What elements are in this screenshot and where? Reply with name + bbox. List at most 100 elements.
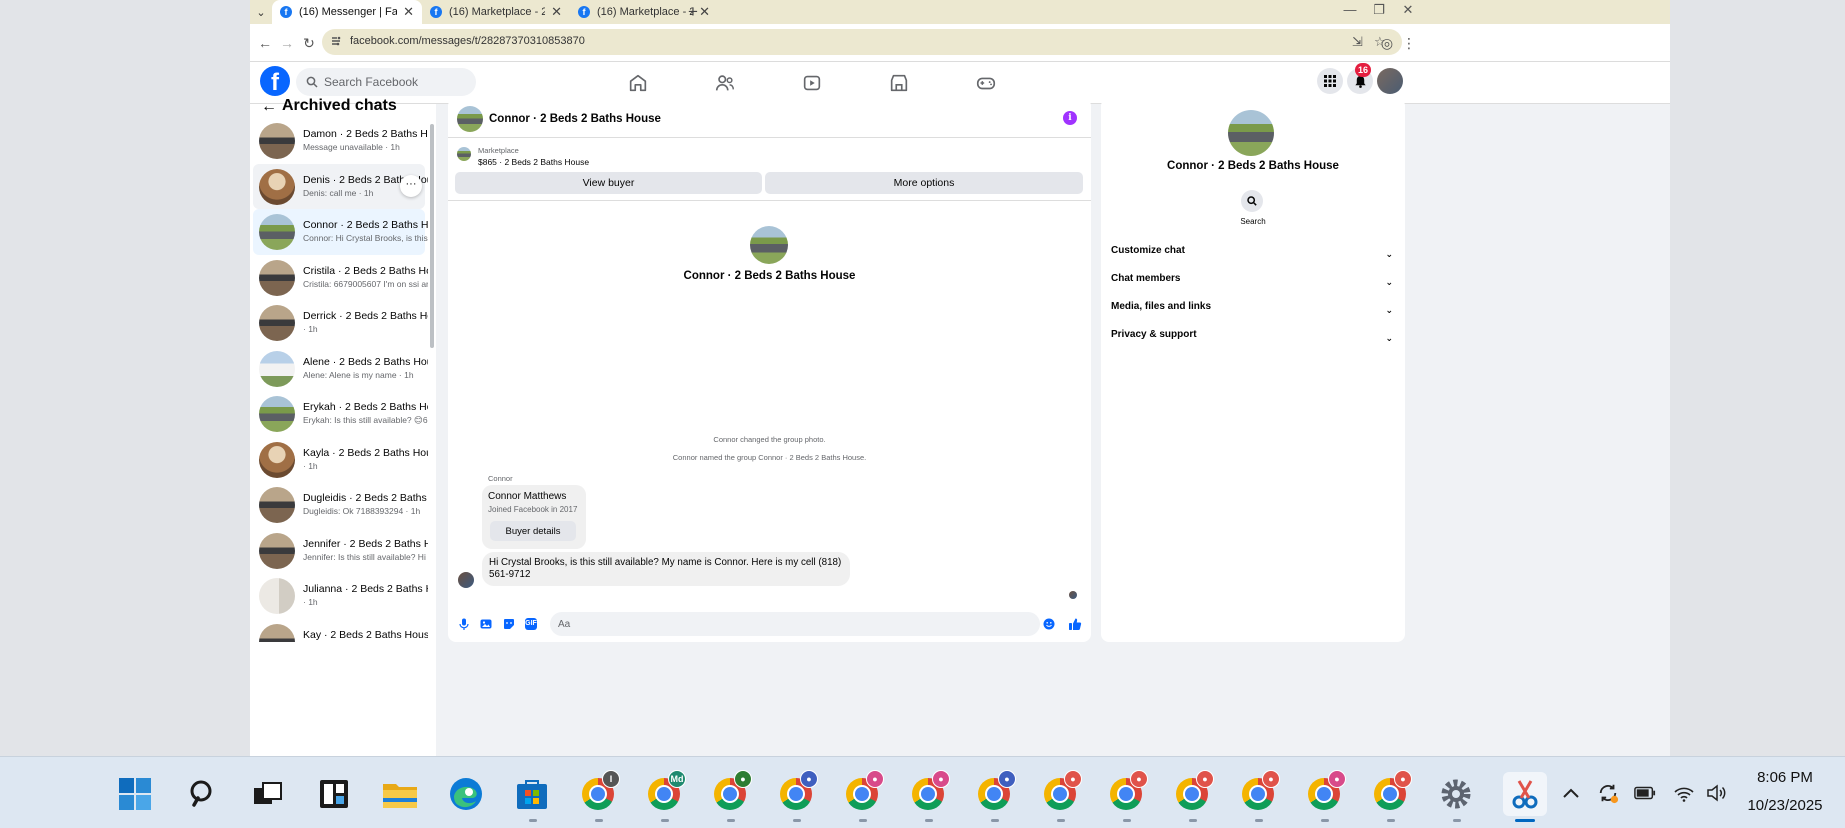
snipping-tool-icon[interactable] <box>1503 772 1547 816</box>
media-files-links-section[interactable]: Media, files and links ⌄ <box>1111 301 1397 323</box>
friends-icon[interactable] <box>714 72 738 96</box>
chat-details-panel: Connor · 2 Beds 2 Baths House Search Cus… <box>1101 98 1405 642</box>
gaming-icon[interactable] <box>975 72 999 96</box>
facebook-search[interactable] <box>296 68 476 96</box>
microsoft-store-icon[interactable] <box>513 775 551 813</box>
conversation-item[interactable]: Damon · 2 Beds 2 Baths House Message una… <box>253 118 428 164</box>
listing-thumbnail[interactable] <box>457 147 471 161</box>
close-window-icon[interactable]: ✕ <box>1394 2 1422 18</box>
clock-date[interactable]: 10/23/2025 <box>1735 797 1835 814</box>
chrome-icon[interactable]: ● <box>1371 770 1412 813</box>
show-hidden-icons-chevron-icon[interactable] <box>1560 782 1582 804</box>
chat-members-section[interactable]: Chat members ⌄ <box>1111 273 1397 295</box>
back-arrow-icon[interactable]: ← <box>261 98 277 116</box>
conversation-item[interactable]: Denis · 2 Beds 2 Baths House Denis: call… <box>253 163 428 209</box>
sticker-icon[interactable] <box>503 618 515 630</box>
new-tab-icon[interactable]: + <box>688 2 698 22</box>
back-arrow-icon[interactable]: ← <box>256 34 274 52</box>
conversation-item[interactable]: Julianna · 2 Beds 2 Baths House · 1h <box>253 573 428 619</box>
buyer-card: Connor Matthews Joined Facebook in 2017 … <box>482 485 586 549</box>
battery-icon[interactable] <box>1634 782 1656 804</box>
home-icon[interactable] <box>627 72 651 96</box>
sidebar-scrollbar[interactable] <box>430 124 434 348</box>
chrome-icon[interactable]: ● <box>777 770 818 813</box>
chat-title[interactable]: Connor · 2 Beds 2 Baths House <box>489 113 661 125</box>
profile-icon[interactable]: ◎ <box>1378 34 1396 52</box>
view-buyer-button[interactable]: View buyer <box>455 172 762 194</box>
volume-icon[interactable] <box>1706 782 1728 804</box>
taskbar-app-indicator <box>1123 819 1131 822</box>
chrome-icon[interactable]: ● <box>1173 770 1214 813</box>
photo-icon[interactable] <box>480 618 492 630</box>
conversation-item[interactable]: Dugleidis · 2 Beds 2 Baths House Dugleid… <box>253 482 428 528</box>
clock-time[interactable]: 8:06 PM <box>1735 769 1835 786</box>
sender-avatar[interactable] <box>458 572 474 588</box>
tab-marketplace-1[interactable]: f (16) Marketplace - 2 Beds 2 Baths ✕ <box>422 0 570 24</box>
close-tab-icon[interactable]: ✕ <box>551 4 562 20</box>
facebook-logo-icon[interactable]: f <box>260 66 290 96</box>
account-avatar[interactable] <box>1377 68 1403 94</box>
file-explorer-icon[interactable] <box>381 775 419 813</box>
gif-icon[interactable]: GIF <box>525 618 537 630</box>
task-view-icon[interactable] <box>248 775 286 813</box>
chrome-icon[interactable]: ● <box>1107 770 1148 813</box>
microphone-icon[interactable] <box>458 618 470 630</box>
conversation-item[interactable]: Kay · 2 Beds 2 Baths House <box>253 619 428 642</box>
tab-messenger[interactable]: f (16) Messenger | Facebook ✕ <box>272 0 422 24</box>
restore-icon[interactable]: ❐ <box>1365 2 1393 18</box>
search-icon[interactable] <box>184 775 222 813</box>
tab-search-chevron-icon[interactable]: ⌄ <box>252 3 270 21</box>
reload-icon[interactable]: ↻ <box>300 34 318 52</box>
browser-menu-icon[interactable]: ⋮ <box>1400 34 1418 52</box>
site-info-icon[interactable] <box>330 35 342 47</box>
more-options-icon[interactable]: ··· <box>400 174 422 197</box>
marketplace-icon[interactable] <box>888 72 912 96</box>
close-tab-icon[interactable]: ✕ <box>403 4 414 20</box>
chrome-icon[interactable]: Md <box>645 770 686 813</box>
privacy-support-section[interactable]: Privacy & support ⌄ <box>1111 329 1397 351</box>
conversation-item[interactable]: Jennifer · 2 Beds 2 Baths House Jennifer… <box>253 528 428 574</box>
group-photo-large[interactable] <box>1228 110 1274 156</box>
message-bubble[interactable]: Hi Crystal Brooks, is this still availab… <box>482 552 850 586</box>
install-app-icon[interactable]: ⇲ <box>1352 34 1363 50</box>
search-input[interactable] <box>324 75 464 89</box>
chrome-icon[interactable]: ● <box>1239 770 1280 813</box>
settings-gear-icon[interactable] <box>1437 775 1475 813</box>
chrome-icon[interactable]: ● <box>1041 770 1082 813</box>
conversation-item[interactable]: Kayla · 2 Beds 2 Baths House · 1h <box>253 437 428 483</box>
buyer-details-button[interactable]: Buyer details <box>490 521 576 541</box>
edge-browser-icon[interactable] <box>447 775 485 813</box>
chrome-icon[interactable]: ● <box>711 770 752 813</box>
close-tab-icon[interactable]: ✕ <box>699 4 710 20</box>
conversation-item[interactable]: Connor · 2 Beds 2 Baths House Connor: Hi… <box>253 209 428 255</box>
conversation-item[interactable]: Alene · 2 Beds 2 Baths House Alene: Alen… <box>253 346 428 392</box>
windows-start-icon[interactable] <box>116 775 154 813</box>
chrome-icon[interactable]: ● <box>1305 770 1346 813</box>
info-icon[interactable]: i <box>1063 111 1077 125</box>
conversation-item[interactable]: Derrick · 2 Beds 2 Baths House · 1h <box>253 300 428 346</box>
chrome-icon[interactable]: ● <box>975 770 1016 813</box>
like-thumbs-up-icon[interactable] <box>1068 617 1082 631</box>
minimize-icon[interactable]: — <box>1336 2 1364 17</box>
menu-grid-icon[interactable] <box>1317 68 1343 94</box>
search-in-conversation-button[interactable] <box>1241 190 1263 212</box>
more-options-button[interactable]: More options <box>765 172 1083 194</box>
message-input[interactable] <box>550 612 1040 636</box>
chrome-icon[interactable]: ● <box>909 770 950 813</box>
wifi-icon[interactable] <box>1673 782 1695 804</box>
video-icon[interactable] <box>801 72 825 96</box>
profile-badge: I <box>602 770 620 788</box>
conversation-item[interactable]: Erykah · 2 Beds 2 Baths House Erykah: Is… <box>253 391 428 437</box>
chat-avatar[interactable] <box>457 106 483 132</box>
listing-title[interactable]: $865 · 2 Beds 2 Baths House <box>478 157 589 167</box>
emoji-icon[interactable] <box>1043 618 1055 630</box>
customize-chat-section[interactable]: Customize chat ⌄ <box>1111 245 1397 267</box>
forward-arrow-icon[interactable]: → <box>278 34 296 52</box>
taskbar-app-indicator <box>727 819 735 822</box>
chrome-icon[interactable]: I <box>579 770 620 813</box>
widgets-icon[interactable] <box>315 775 353 813</box>
sync-icon[interactable] <box>1597 782 1619 804</box>
chrome-icon[interactable]: ● <box>843 770 884 813</box>
conversation-item[interactable]: Cristila · 2 Beds 2 Baths House Cristila… <box>253 255 428 301</box>
address-bar[interactable]: facebook.com/messages/t/2828737031085387… <box>322 29 1402 55</box>
